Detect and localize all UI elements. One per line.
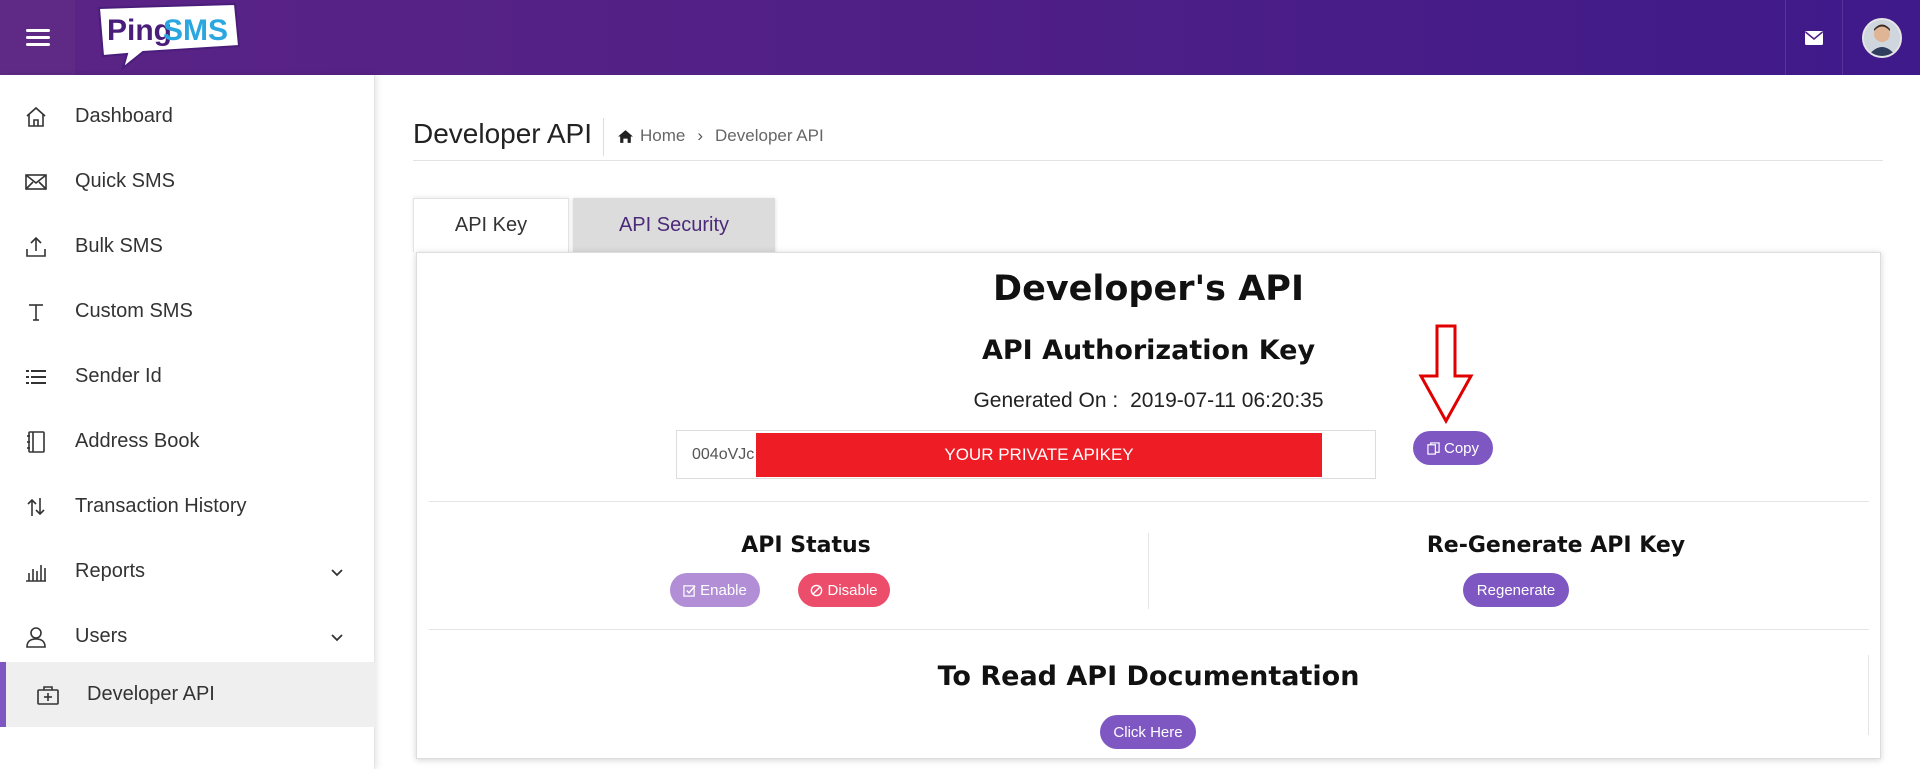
bar-chart-icon (22, 558, 50, 586)
sidebar-item-developer-api[interactable]: Developer API (0, 662, 375, 727)
sidebar-item-label: Bulk SMS (75, 235, 163, 257)
sidebar-item-quick-sms[interactable]: Quick SMS (0, 149, 375, 214)
sidebar-item-sender-id[interactable]: Sender Id (0, 344, 375, 409)
home-icon (618, 129, 633, 143)
panel-heading: Developer's API (993, 269, 1304, 309)
breadcrumb-separator-icon: › (697, 126, 704, 145)
upload-icon (22, 233, 50, 261)
pingsms-logo[interactable]: Ping SMS (93, 2, 243, 72)
generated-on-text: Generated On : 2019-07-11 06:20:35 (417, 389, 1880, 413)
text-t-icon (22, 298, 50, 326)
envelope-icon (22, 168, 50, 196)
sidebar-item-users[interactable]: Users (0, 604, 375, 669)
breadcrumb: Home › Developer API (617, 126, 824, 146)
menu-toggle-button[interactable] (0, 0, 75, 75)
sidebar-item-label: Quick SMS (75, 170, 176, 192)
sidebar-item-bulk-sms[interactable]: Bulk SMS (0, 214, 375, 279)
sidebar-item-label: Custom SMS (75, 300, 193, 322)
api-key-heading: API Authorization Key (981, 335, 1316, 366)
disable-label: Disable (827, 581, 878, 599)
sidebar-item-address-book[interactable]: Address Book (0, 409, 375, 474)
medical-bag-icon (34, 681, 62, 709)
sidebar-item-label: Transaction History (75, 495, 247, 517)
sidebar-item-label: Reports (75, 560, 146, 582)
top-navbar: Ping SMS (0, 0, 1920, 75)
tab-api-security[interactable]: API Security (573, 198, 775, 252)
sidebar-item-label: Address Book (75, 430, 200, 452)
regenerate-button[interactable]: Regenerate (1463, 573, 1569, 607)
chevron-down-icon (331, 633, 343, 641)
generated-value: 2019-07-11 06:20:35 (1130, 389, 1324, 412)
breadcrumb-home-link[interactable]: Home (640, 126, 685, 146)
copy-button[interactable]: Copy (1413, 431, 1493, 465)
address-book-icon (22, 428, 50, 456)
api-key-panel: Developer's API API Authorization Key Ge… (416, 252, 1881, 759)
avatar (1861, 17, 1902, 58)
enable-button[interactable]: Enable (670, 573, 760, 607)
redaction-box: YOUR PRIVATE APIKEY (756, 433, 1322, 477)
messages-button[interactable] (1785, 0, 1842, 75)
user-icon (22, 623, 50, 651)
section-divider (429, 629, 1869, 630)
sidebar-item-dashboard[interactable]: Dashboard (0, 84, 375, 149)
ban-icon (811, 584, 823, 596)
sidebar-item-custom-sms[interactable]: Custom SMS (0, 279, 375, 344)
page-title: Developer API (413, 118, 592, 149)
sidebar-item-label: Developer API (87, 683, 215, 705)
column-divider (1148, 533, 1149, 609)
sidebar: Dashboard Quick SMS Bulk SMS Custom SMS … (0, 75, 375, 769)
transfer-arrows-icon (22, 493, 50, 521)
check-square-icon (683, 584, 696, 597)
generated-label: Generated On : (973, 389, 1119, 412)
logo-text-sms: SMS (163, 14, 228, 47)
enable-label: Enable (700, 581, 747, 599)
api-status-heading: API Status (741, 533, 871, 558)
sidebar-item-reports[interactable]: Reports (0, 539, 375, 604)
header-divider (413, 160, 1883, 161)
disable-button[interactable]: Disable (798, 573, 890, 607)
breadcrumb-current: Developer API (715, 126, 824, 145)
sidebar-item-label: Sender Id (75, 365, 162, 387)
red-down-arrow-annotation (1418, 324, 1474, 424)
tab-api-key[interactable]: API Key (413, 198, 569, 252)
sidebar-item-transaction-history[interactable]: Transaction History (0, 474, 375, 539)
user-menu-button[interactable] (1842, 0, 1920, 75)
mail-icon (1805, 30, 1823, 45)
sidebar-item-label: Dashboard (75, 105, 173, 127)
list-icon (22, 363, 50, 391)
copy-label: Copy (1443, 439, 1480, 457)
copy-icon (1427, 441, 1440, 455)
section-divider (429, 501, 1869, 502)
documentation-heading: To Read API Documentation (937, 661, 1360, 692)
regenerate-heading: Re-Generate API Key (1426, 533, 1686, 558)
title-divider (603, 118, 604, 156)
chevron-down-icon (331, 568, 343, 576)
click-here-button[interactable]: Click Here (1100, 715, 1196, 749)
sidebar-item-label: Users (75, 625, 128, 647)
menu-icon (25, 28, 50, 47)
home-icon (22, 103, 50, 131)
